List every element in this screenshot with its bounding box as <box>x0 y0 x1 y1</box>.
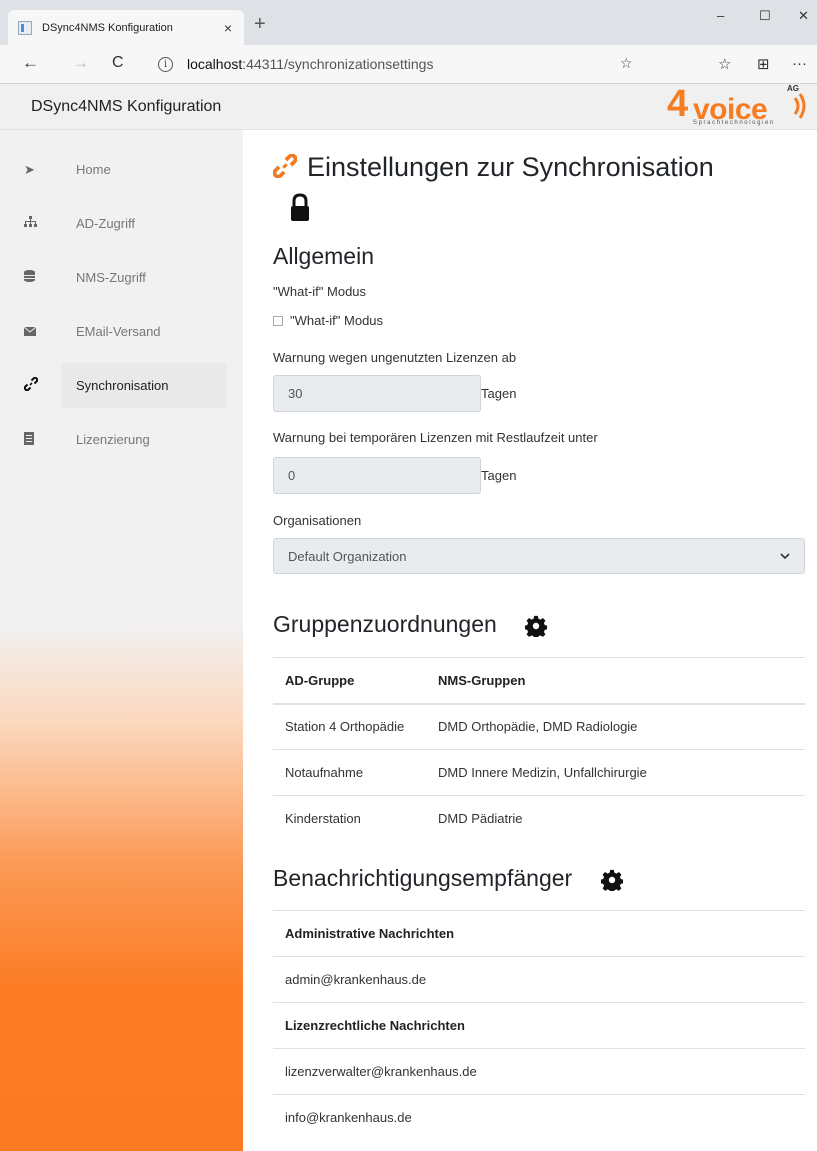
minimize-icon[interactable]: – <box>717 8 724 23</box>
table-row: Station 4 Orthopädie DMD Orthopädie, DMD… <box>273 703 805 750</box>
whatif-checkbox[interactable] <box>273 315 283 326</box>
company-logo: 4 voice AG Sprachtechnologien <box>667 84 807 130</box>
table-cell: DMD Innere Medizin, Unfallchirurgie <box>426 749 805 796</box>
table-cell: Kinderstation <box>273 795 426 842</box>
url-host: localhost <box>187 56 243 72</box>
chevron-down-icon <box>780 553 790 559</box>
collections-icon[interactable]: ⊞ <box>757 55 770 73</box>
browser-tabbar: DSync4NMS Konfiguration × + – ☐ ✕ <box>0 0 817 45</box>
topbar: 4 voice AG Sprachtechnologien <box>243 84 817 130</box>
unused-license-suffix: Tagen <box>481 386 517 401</box>
favorites-icon[interactable]: ☆ <box>718 55 731 73</box>
column-header: AD-Gruppe <box>273 657 426 705</box>
sidebar-item-label: Home <box>76 162 111 177</box>
lock-icon <box>291 193 309 221</box>
home-icon: ➤ <box>24 161 35 177</box>
recipient-email: info@krankenhaus.de <box>273 1094 805 1141</box>
sidebar-item-synchronisation[interactable]: Synchronisation <box>0 363 227 408</box>
sitemap-icon <box>0 216 62 231</box>
table-row: Administrative Nachrichten <box>273 910 805 957</box>
column-header: NMS-Gruppen <box>426 657 805 705</box>
recipients-group-header: Lizenzrechtliche Nachrichten <box>273 1002 805 1049</box>
sidebar-item-email-versand[interactable]: EMail-Versand <box>0 309 227 354</box>
sidebar-item-ad-zugriff[interactable]: AD-Zugriff <box>0 201 227 246</box>
site-info-icon[interactable]: i <box>158 56 173 72</box>
section-heading-general: Allgemein <box>273 243 374 269</box>
table-row: info@krankenhaus.de <box>273 1094 805 1141</box>
tab-title: DSync4NMS Konfiguration <box>42 21 173 34</box>
maximize-icon[interactable]: ☐ <box>759 8 771 24</box>
sidebar-item-home[interactable]: ➤ Home <box>0 147 227 192</box>
organisations-label: Organisationen <box>273 513 362 528</box>
sidebar: DSync4NMS Konfiguration ➤ Home AD-Zugrif… <box>0 84 243 1151</box>
sidebar-item-label: NMS-Zugriff <box>76 270 146 285</box>
temp-license-label: Warnung bei temporären Lizenzen mit Rest… <box>273 430 598 445</box>
unused-license-days-input[interactable]: 30 <box>273 375 481 412</box>
recipients-table: Administrative Nachrichten admin@kranken… <box>273 910 805 1141</box>
table-row: lizenzverwalter@krankenhaus.de <box>273 1048 805 1095</box>
table-row: Kinderstation DMD Pädiatrie <box>273 795 805 842</box>
url-path: :44311/synchronizationsettings <box>242 56 434 72</box>
back-icon[interactable]: ← <box>22 53 39 73</box>
sidebar-nav: ➤ Home AD-Zugriff NMS-Zugriff EMail-Vers… <box>0 147 243 462</box>
group-mapping-table: AD-Gruppe NMS-Gruppen Station 4 Orthopäd… <box>273 657 805 842</box>
recipient-email: admin@krankenhaus.de <box>273 956 805 1003</box>
whatif-label: "What-if" Modus <box>273 284 367 299</box>
page-favicon-icon <box>18 20 32 35</box>
link-icon <box>0 376 62 394</box>
envelope-icon <box>0 324 62 339</box>
gear-icon[interactable] <box>600 869 623 891</box>
app-brand[interactable]: DSync4NMS Konfiguration <box>0 84 243 130</box>
refresh-icon[interactable]: C <box>112 53 124 73</box>
organisation-select[interactable]: Default Organization <box>273 538 805 574</box>
section-heading-groups: Gruppenzuordnungen <box>273 611 548 638</box>
new-tab-button[interactable]: + <box>254 14 266 34</box>
table-header-row: AD-Gruppe NMS-Gruppen <box>273 657 805 705</box>
forward-icon[interactable]: → <box>72 53 89 73</box>
sidebar-item-lizenzierung[interactable]: Lizenzierung <box>0 417 227 462</box>
document-icon <box>0 431 62 448</box>
recipient-email: lizenzverwalter@krankenhaus.de <box>273 1048 805 1095</box>
gear-icon[interactable] <box>525 615 548 637</box>
section-heading-recipients: Benachrichtigungsempfänger <box>273 865 623 892</box>
tab-close-icon[interactable]: × <box>220 20 236 36</box>
table-row: Notaufnahme DMD Innere Medizin, Unfallch… <box>273 749 805 796</box>
add-favorite-icon[interactable]: ☆ <box>620 55 633 72</box>
table-row: Lizenzrechtliche Nachrichten <box>273 1002 805 1049</box>
whatif-checkbox-label: "What-if" Modus <box>290 313 384 328</box>
browser-tab[interactable]: DSync4NMS Konfiguration × <box>8 10 244 45</box>
temp-license-days-input[interactable]: 0 <box>273 457 481 494</box>
sidebar-item-label: Lizenzierung <box>76 432 150 447</box>
whatif-checkbox-row[interactable]: "What-if" Modus <box>273 313 383 328</box>
logo-waves-icon <box>793 93 806 119</box>
unused-license-label: Warnung wegen ungenutzten Lizenzen ab <box>273 350 517 365</box>
page-title-text: Einstellungen zur Synchronisation <box>307 152 714 182</box>
table-row: admin@krankenhaus.de <box>273 956 805 1003</box>
link-icon <box>272 153 298 179</box>
database-icon <box>0 270 62 285</box>
sidebar-item-label: AD-Zugriff <box>76 216 135 231</box>
browser-addressbar: ← → C i localhost:44311/synchronizations… <box>0 45 817 84</box>
sidebar-item-nms-zugriff[interactable]: NMS-Zugriff <box>0 255 227 300</box>
recipients-group-header: Administrative Nachrichten <box>273 910 805 957</box>
table-cell: DMD Pädiatrie <box>426 795 805 842</box>
table-cell: DMD Orthopädie, DMD Radiologie <box>426 703 805 750</box>
organisation-selected-value: Default Organization <box>288 548 407 564</box>
temp-license-suffix: Tagen <box>481 468 517 483</box>
sidebar-item-label: Synchronisation <box>76 378 169 393</box>
page-title: Einstellungen zur Synchronisation <box>272 152 714 183</box>
table-cell: Station 4 Orthopädie <box>273 703 426 750</box>
close-window-icon[interactable]: ✕ <box>798 8 809 24</box>
url-field[interactable]: i localhost:44311/synchronizationsetting… <box>148 50 638 78</box>
sidebar-item-label: EMail-Versand <box>76 324 161 339</box>
table-cell: Notaufnahme <box>273 749 426 796</box>
more-menu-icon[interactable]: ··· <box>792 55 807 72</box>
